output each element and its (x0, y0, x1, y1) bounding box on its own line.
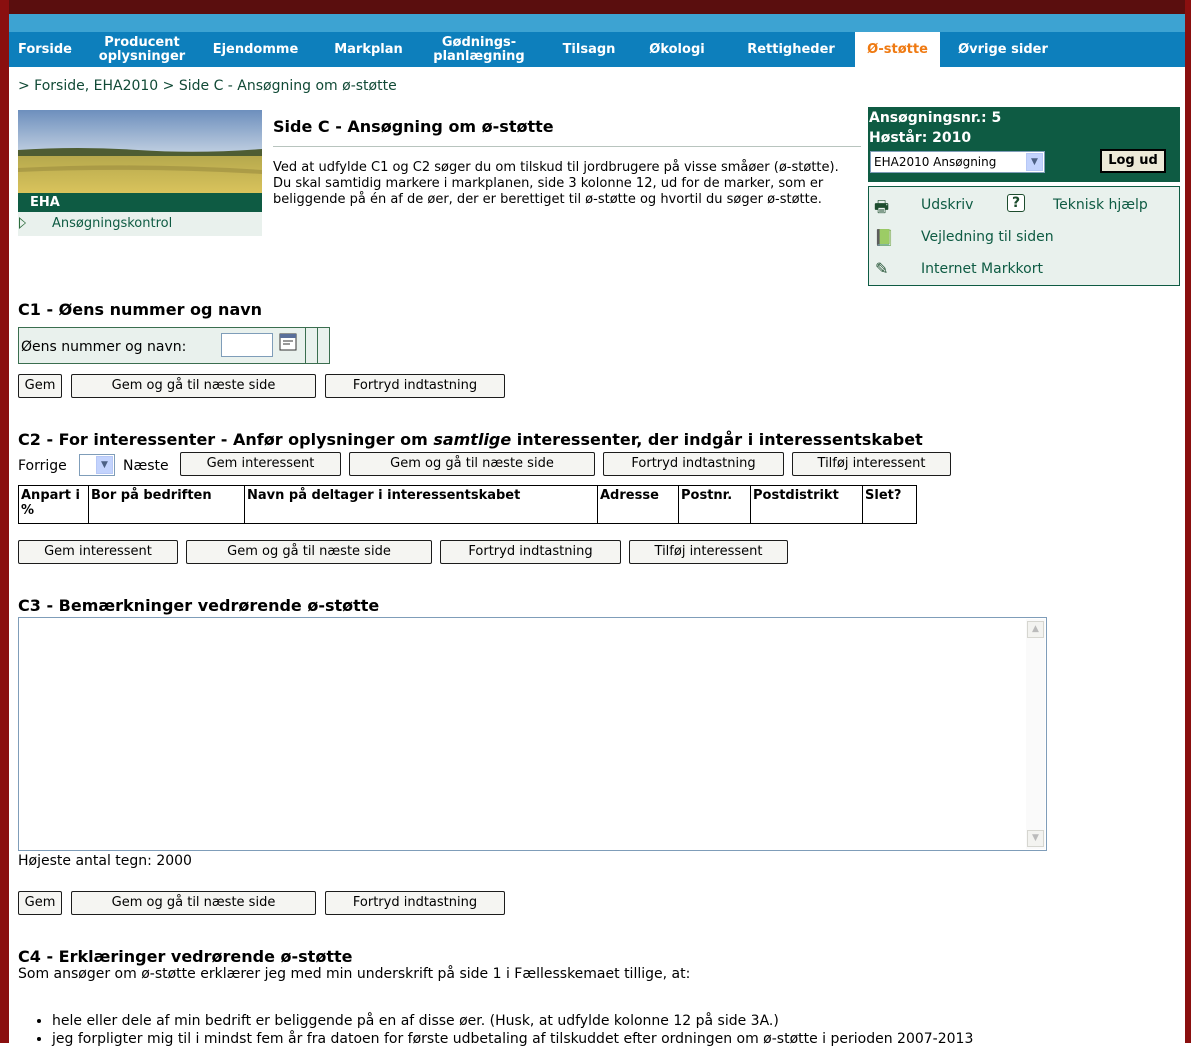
add-interest-button[interactable]: Tilføj interessent (792, 452, 951, 476)
next-label[interactable]: Næste (123, 458, 169, 474)
technical-help-link[interactable]: Teknisk hjælp (1053, 197, 1148, 213)
save-interest-button[interactable]: Gem interessent (180, 452, 341, 476)
nav-item-producent[interactable]: Producent oplysninger (92, 32, 192, 67)
cancel-button[interactable]: Fortryd indtastning (440, 540, 621, 564)
cancel-button[interactable]: Fortryd indtastning (325, 374, 505, 398)
divider (305, 328, 306, 363)
print-link[interactable]: Udskriv (921, 197, 973, 213)
scroll-up-icon[interactable]: ▲ (1027, 621, 1044, 638)
nav-item-tilsagn[interactable]: Tilsagn (551, 32, 627, 67)
main-nav: Forside Producent oplysninger Ejendomme … (9, 32, 1185, 67)
sidebar-section-eha: EHA (18, 193, 262, 212)
cancel-button[interactable]: Fortryd indtastning (603, 452, 784, 476)
printer-icon: 🖶 (874, 197, 890, 216)
column-header: Slet? (862, 485, 917, 524)
page-intro: Ved at udfylde C1 og C2 søger du om tils… (273, 160, 839, 207)
nav-item-godningsplan[interactable]: Gødnings- planlægning (427, 32, 531, 67)
nav-item-okologi[interactable]: Økologi (637, 32, 717, 67)
c2-heading-emphasis: samtlige (433, 430, 512, 449)
column-header: Postnr. (678, 485, 751, 524)
island-field-label: Øens nummer og navn: (21, 339, 187, 355)
island-field[interactable] (221, 333, 273, 357)
save-next-button[interactable]: Gem og gå til næste side (71, 891, 316, 915)
nav-item-markplan[interactable]: Markplan (321, 32, 416, 67)
table-header-row: Anpart i % Bor på bedriften Navn på delt… (18, 485, 917, 524)
sidebar-item-ansogningskontrol[interactable]: Ansøgningskontrol (18, 212, 262, 236)
remarks-textarea[interactable]: ▲ ▼ (18, 617, 1047, 851)
help-icon: ? (1007, 194, 1025, 212)
column-header: Bor på bedriften (88, 485, 245, 524)
column-header: Anpart i % (18, 485, 89, 524)
max-chars-note: Højeste antal tegn: 2000 (18, 853, 192, 869)
c2-heading-post: interessenter, der indgår i interessents… (511, 430, 923, 449)
c2-heading-pre: C2 - For interessenter - Anfør oplysning… (18, 430, 434, 449)
c4-intro: Som ansøger om ø-støtte erklærer jeg med… (18, 966, 691, 982)
c2-heading: C2 - For interessenter - Anfør oplysning… (18, 430, 923, 449)
c4-heading: C4 - Erklæringer vedrørende ø-støtte (18, 947, 353, 966)
top-strip (9, 14, 1185, 32)
chevron-down-icon[interactable]: ▼ (96, 456, 113, 474)
divider (317, 328, 318, 363)
interest-select[interactable]: ▼ (79, 454, 115, 476)
save-interest-button[interactable]: Gem interessent (18, 540, 178, 564)
add-interest-button[interactable]: Tilføj interessent (629, 540, 788, 564)
chevron-down-icon[interactable]: ▼ (1026, 153, 1043, 171)
application-select[interactable]: EHA2010 Ansøgning ▼ (870, 151, 1045, 173)
column-header: Adresse (597, 485, 679, 524)
breadcrumb[interactable]: > Forside, EHA2010 > Side C - Ansøgning … (18, 78, 397, 94)
application-info-box: Ansøgningsnr.: 5 Høstår: 2010 EHA2010 An… (868, 107, 1180, 182)
cancel-button[interactable]: Fortryd indtastning (325, 891, 505, 915)
tools-panel: 🖶 Udskriv ? Teknisk hjælp 📗 Vejledning t… (868, 186, 1180, 286)
column-header: Navn på deltager i interessentskabet (244, 485, 598, 524)
window-frame-left (0, 0, 9, 1043)
save-next-button[interactable]: Gem og gå til næste side (186, 540, 432, 564)
application-number: Ansøgningsnr.: 5 (869, 110, 1002, 126)
harvest-year: Høstår: 2010 (869, 130, 972, 146)
scroll-down-icon[interactable]: ▼ (1027, 830, 1044, 847)
window-frame-right (1185, 0, 1191, 1043)
nav-item-forside[interactable]: Forside (9, 32, 81, 67)
column-header: Postdistrikt (750, 485, 863, 524)
book-icon: 📗 (874, 228, 894, 247)
window-frame-top (0, 0, 1191, 14)
save-button[interactable]: Gem (18, 374, 62, 398)
nav-item-ovrige[interactable]: Øvrige sider (948, 32, 1058, 67)
sidebar-item-label: Ansøgningskontrol (52, 216, 173, 231)
scrollbar[interactable]: ▲ ▼ (1026, 619, 1045, 849)
interest-table: Anpart i % Bor på bedriften Navn på delt… (18, 485, 917, 524)
c3-heading: C3 - Bemærkninger vedrørende ø-støtte (18, 596, 380, 615)
save-next-button[interactable]: Gem og gå til næste side (349, 452, 595, 476)
nav-item-rettigheder[interactable]: Rettigheder (734, 32, 848, 67)
logout-button[interactable]: Log ud (1100, 149, 1166, 173)
nav-item-o-stotte[interactable]: Ø-støtte (855, 32, 940, 67)
application-select-value: EHA2010 Ansøgning (874, 155, 997, 169)
c1-form: Øens nummer og navn: (18, 327, 330, 364)
list-item: jeg forpligter mig til i mindst fem år f… (52, 1030, 973, 1048)
list-item: hele eller dele af min bedrift er beligg… (52, 1012, 973, 1030)
guide-link[interactable]: Vejledning til siden (921, 229, 1054, 245)
title-divider (273, 146, 861, 147)
landscape-image (18, 110, 262, 193)
save-button[interactable]: Gem (18, 891, 62, 915)
prev-label[interactable]: Forrige (18, 458, 67, 474)
triangle-right-icon (19, 217, 26, 229)
nav-item-ejendomme[interactable]: Ejendomme (203, 32, 308, 67)
c1-heading: C1 - Øens nummer og navn (18, 300, 263, 319)
save-next-button[interactable]: Gem og gå til næste side (71, 374, 316, 398)
page-title: Side C - Ansøgning om ø-støtte (273, 117, 554, 136)
internet-map-link[interactable]: Internet Markkort (921, 261, 1043, 277)
lookup-icon[interactable] (279, 333, 297, 351)
pen-icon: ✎ (875, 259, 889, 278)
